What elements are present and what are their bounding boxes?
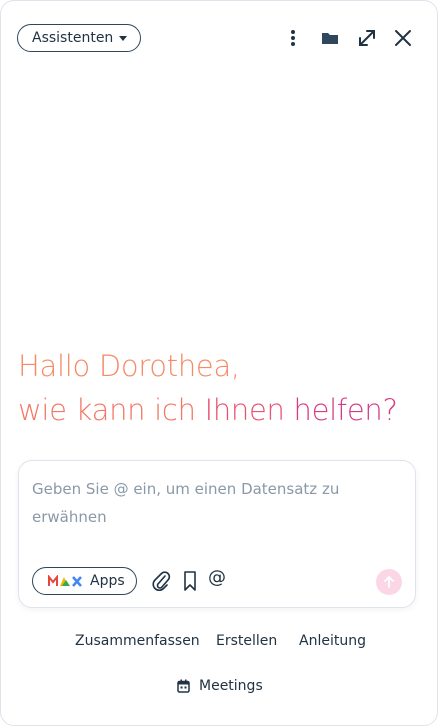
- message-composer: Apps @: [18, 460, 416, 608]
- mention-icon[interactable]: @: [208, 567, 226, 588]
- greeting-line2-part3: helfen?: [293, 393, 398, 427]
- suggestion-guide[interactable]: Anleitung: [299, 633, 366, 649]
- assistant-dropdown-label: Assistenten: [32, 30, 114, 46]
- arrow-up-icon: [384, 575, 394, 588]
- meetings-label: Meetings: [199, 678, 263, 694]
- calendar-icon: [177, 679, 190, 693]
- caret-down-icon: [119, 36, 127, 41]
- folder-icon[interactable]: [319, 27, 341, 49]
- apps-button[interactable]: Apps: [32, 567, 137, 595]
- send-button[interactable]: [376, 569, 402, 595]
- suggestion-create[interactable]: Erstellen: [216, 633, 277, 649]
- apps-button-label: Apps: [90, 573, 125, 589]
- assistant-dropdown[interactable]: Assistenten: [17, 24, 141, 52]
- bookmark-icon[interactable]: [180, 570, 200, 592]
- greeting-line2-part1: wie kann ich: [18, 393, 205, 427]
- expand-icon[interactable]: [356, 27, 378, 49]
- paperclip-icon[interactable]: [151, 570, 171, 592]
- greeting-line2: wie kann ich Ihnen helfen?: [18, 388, 398, 432]
- assistant-panel: Assistenten Hallo Dorothea, wie kann ich…: [0, 0, 438, 726]
- greeting-line1: Hallo Dorothea,: [18, 349, 240, 383]
- suggestion-summarize[interactable]: Zusammenfassen: [75, 633, 200, 649]
- message-input[interactable]: [32, 475, 392, 545]
- more-options-icon[interactable]: [282, 27, 304, 49]
- greeting-line2-part2: Ihnen: [204, 393, 294, 427]
- apps-logo-icon: [48, 575, 82, 587]
- greeting: Hallo Dorothea, wie kann ich Ihnen helfe…: [18, 344, 398, 432]
- meetings-button[interactable]: Meetings: [177, 678, 263, 694]
- close-icon[interactable]: [392, 27, 414, 49]
